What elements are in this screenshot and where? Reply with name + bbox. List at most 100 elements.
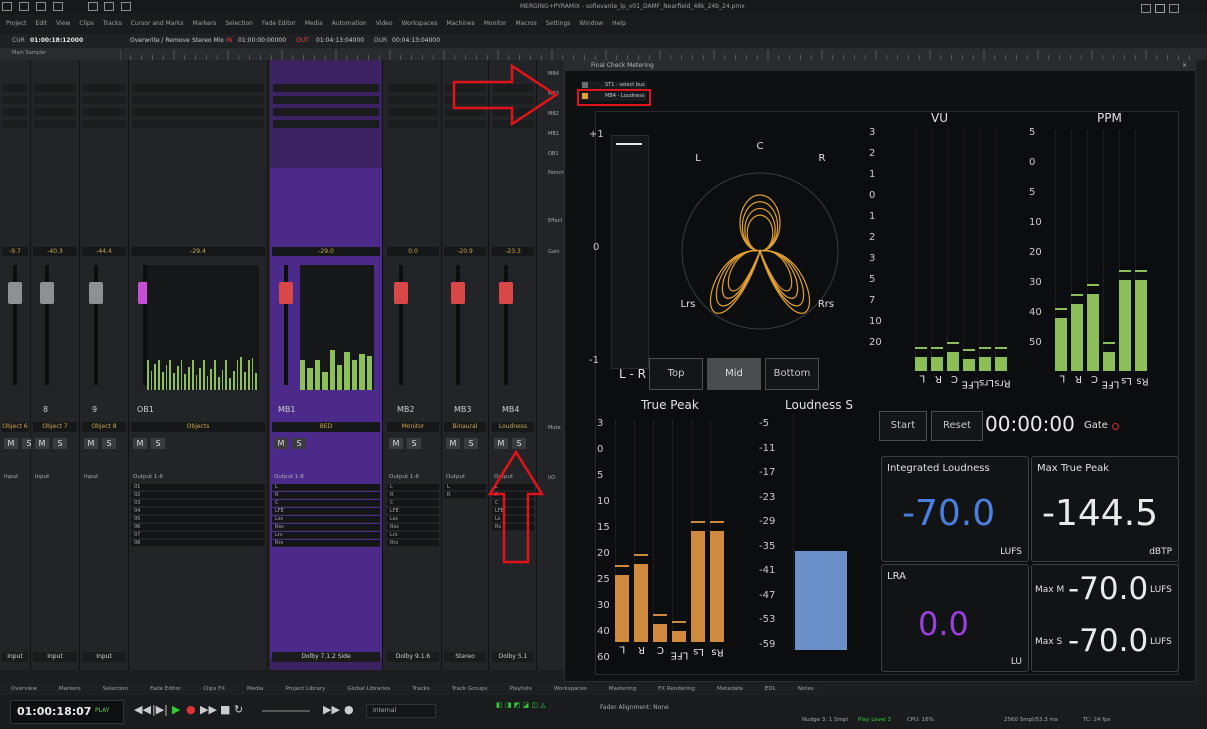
strip-level-value[interactable]: 0.0 bbox=[387, 247, 439, 256]
solo-button[interactable]: S bbox=[53, 438, 67, 449]
output-slot[interactable]: 05 bbox=[131, 516, 265, 523]
strip-name[interactable]: Monitor bbox=[387, 422, 439, 432]
bottom-tab[interactable]: Clips FX bbox=[192, 683, 236, 695]
output-slot[interactable]: Lrs bbox=[387, 532, 439, 539]
output-slot[interactable]: 04 bbox=[131, 508, 265, 515]
bottom-tab[interactable]: Overview bbox=[0, 683, 48, 695]
menu-item[interactable]: Settings bbox=[546, 14, 571, 34]
menu-item[interactable]: Project bbox=[6, 14, 27, 34]
insert-slot[interactable] bbox=[132, 84, 264, 92]
fader-handle[interactable] bbox=[8, 282, 22, 304]
menu-item[interactable]: Cursor and Marks bbox=[131, 14, 184, 34]
insert-slot[interactable] bbox=[273, 120, 379, 128]
insert-slot[interactable] bbox=[34, 108, 76, 116]
strip-name[interactable]: Objects bbox=[131, 422, 265, 432]
output-slot[interactable]: LFE bbox=[272, 508, 380, 515]
clock-source-field[interactable]: Internal bbox=[366, 704, 436, 718]
mute-button[interactable]: M bbox=[389, 438, 403, 449]
output-slot[interactable]: 06 bbox=[131, 524, 265, 531]
strip-output[interactable]: Output 1-8 bbox=[389, 474, 419, 480]
rewind-icon[interactable]: ◀◀ bbox=[134, 703, 151, 716]
fader-handle[interactable] bbox=[394, 282, 408, 304]
fast-forward-icon[interactable]: ▶▶ bbox=[200, 703, 217, 716]
reset-button[interactable]: Reset bbox=[931, 411, 983, 441]
previous-icon[interactable]: |▶| bbox=[152, 703, 168, 716]
menu-item[interactable]: Media bbox=[305, 14, 323, 34]
minimize-icon[interactable] bbox=[1141, 4, 1151, 13]
bottom-tab[interactable]: Media bbox=[236, 683, 275, 695]
start-button[interactable]: Start bbox=[879, 411, 927, 441]
mute-button[interactable]: M bbox=[4, 438, 18, 449]
speaker-icon[interactable]: ● bbox=[344, 703, 354, 716]
out-time[interactable]: 01:04:13:04000 bbox=[316, 37, 364, 44]
output-slot[interactable]: L bbox=[272, 484, 380, 491]
insert-slot[interactable] bbox=[132, 120, 264, 128]
output-slot[interactable]: 02 bbox=[131, 492, 265, 499]
bottom-tab[interactable]: Selection bbox=[92, 683, 139, 695]
metering-title-bar[interactable]: Final Check Metering × bbox=[565, 61, 1195, 71]
menu-item[interactable]: Help bbox=[612, 14, 626, 34]
bottom-tab[interactable]: Markers bbox=[48, 683, 92, 695]
strip-level-value[interactable]: -44.4 bbox=[82, 247, 126, 256]
output-slot[interactable]: Rss bbox=[387, 524, 439, 531]
fader-handle[interactable] bbox=[279, 282, 293, 304]
strip-output[interactable]: Output 1-8 bbox=[133, 474, 163, 480]
insert-slot[interactable] bbox=[34, 96, 76, 104]
output-slot[interactable]: Lss bbox=[272, 516, 380, 523]
strip-level-value[interactable]: -40.3 bbox=[33, 247, 77, 256]
output-slot[interactable]: L bbox=[444, 484, 486, 491]
mute-button[interactable]: M bbox=[35, 438, 49, 449]
output-slot[interactable]: R bbox=[444, 492, 486, 499]
insert-slot[interactable] bbox=[132, 108, 264, 116]
strip-level-value[interactable]: -20.9 bbox=[444, 247, 486, 256]
menu-item[interactable]: Automation bbox=[332, 14, 367, 34]
solo-button[interactable]: S bbox=[292, 438, 306, 449]
insert-slot[interactable] bbox=[83, 108, 125, 116]
jog-icon[interactable]: ▶▶ bbox=[323, 703, 340, 716]
menu-item[interactable]: Markers bbox=[192, 14, 216, 34]
solo-button[interactable]: S bbox=[102, 438, 116, 449]
strip-output[interactable]: Input bbox=[4, 474, 18, 480]
menu-item[interactable]: Window bbox=[579, 14, 603, 34]
strip-name[interactable]: BED bbox=[272, 422, 380, 432]
strip-output[interactable]: Input bbox=[84, 474, 98, 480]
output-slot[interactable]: 03 bbox=[131, 500, 265, 507]
menu-item[interactable]: Monitor bbox=[484, 14, 507, 34]
strip-level-value[interactable]: -29.4 bbox=[131, 247, 265, 256]
gate-indicator-icon[interactable] bbox=[1112, 423, 1119, 430]
insert-slot[interactable] bbox=[3, 120, 27, 128]
strip-name[interactable]: Loudness bbox=[492, 422, 534, 432]
bottom-tab[interactable]: EDL bbox=[754, 683, 787, 695]
menu-item[interactable]: Edit bbox=[36, 14, 48, 34]
bottom-tab[interactable]: Mastering bbox=[598, 683, 647, 695]
in-time[interactable]: 01:00:00:00000 bbox=[238, 37, 286, 44]
insert-slot[interactable] bbox=[273, 84, 379, 92]
menu-item[interactable]: Selection bbox=[225, 14, 253, 34]
mixer-side-label[interactable]: Mute bbox=[548, 425, 561, 431]
solo-button[interactable]: S bbox=[464, 438, 478, 449]
output-slot[interactable]: Lrs bbox=[272, 532, 380, 539]
output-slot[interactable]: 08 bbox=[131, 540, 265, 547]
output-slot[interactable]: 01 bbox=[131, 484, 265, 491]
output-slot[interactable]: Rrs bbox=[387, 540, 439, 547]
bottom-tab[interactable]: Track Groups bbox=[441, 683, 499, 695]
bottom-tab[interactable]: Workspaces bbox=[543, 683, 598, 695]
view-top-button[interactable]: Top bbox=[649, 358, 703, 390]
strip-bus-format[interactable]: Dolby 9.1.6 bbox=[387, 652, 439, 662]
insert-slot[interactable] bbox=[388, 120, 438, 128]
mixer-side-label[interactable]: Gain bbox=[548, 249, 560, 255]
output-slot[interactable]: C bbox=[272, 500, 380, 507]
strip-bus-format[interactable]: Dolby 7.1.2 Side bbox=[272, 652, 380, 662]
output-slot[interactable]: Lss bbox=[387, 516, 439, 523]
strip-name[interactable]: Object 7 bbox=[33, 422, 77, 432]
mute-button[interactable]: M bbox=[84, 438, 98, 449]
insert-slot[interactable] bbox=[3, 108, 27, 116]
strip-name[interactable]: Object 8 bbox=[82, 422, 126, 432]
menu-item[interactable]: Macros bbox=[516, 14, 537, 34]
strip-bus-format[interactable]: Stereo bbox=[444, 652, 486, 662]
strip-level-value[interactable]: -29.0 bbox=[272, 247, 380, 256]
insert-slot[interactable] bbox=[388, 96, 438, 104]
save-as-icon[interactable] bbox=[52, 2, 63, 11]
solo-button[interactable]: S bbox=[407, 438, 421, 449]
menu-item[interactable]: Fade Editor bbox=[262, 14, 296, 34]
